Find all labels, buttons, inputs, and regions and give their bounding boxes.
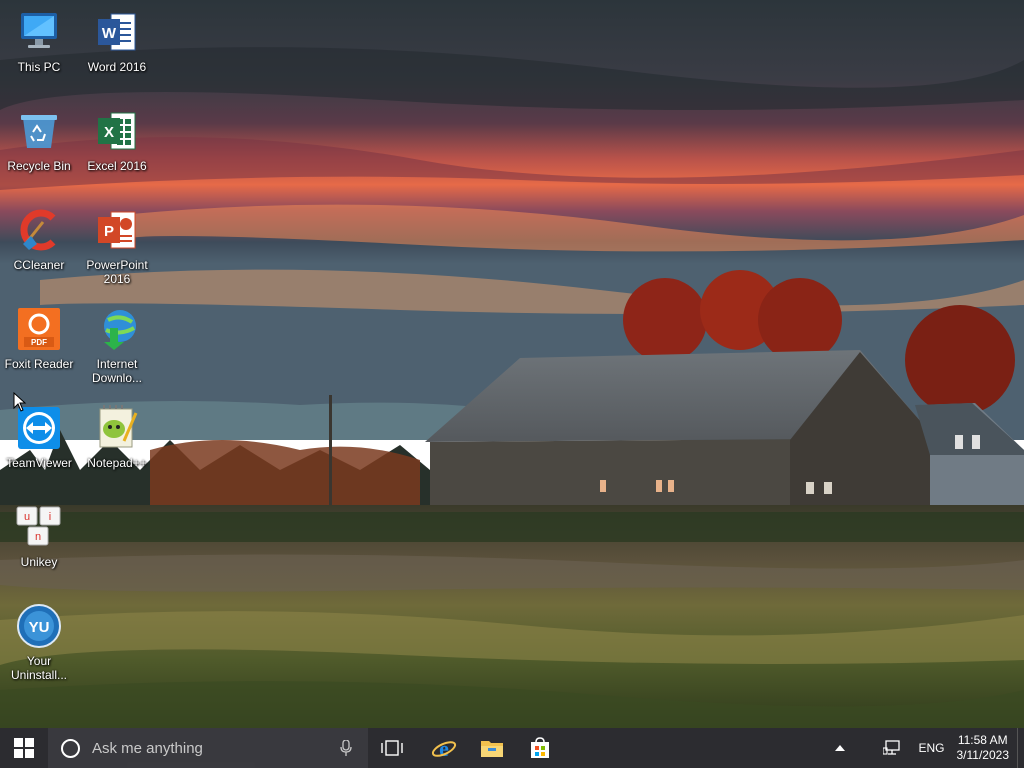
microphone-icon[interactable]: [340, 740, 352, 756]
svg-text:X: X: [104, 124, 114, 141]
desktop-icon-label: Notepad++: [87, 456, 147, 470]
desktop-icon-label: Internet Downlo...: [91, 357, 143, 385]
svg-text:P: P: [104, 223, 114, 240]
svg-text:e: e: [439, 736, 449, 761]
store-icon: [531, 737, 549, 758]
desktop-icon-foxit-reader[interactable]: PDF Foxit Reader: [0, 305, 78, 371]
foxit-reader-icon: PDF: [15, 305, 63, 353]
desktop-icon-your-uninstaller[interactable]: YU Your Uninstall...: [0, 602, 78, 682]
chevron-up-icon: [835, 745, 846, 751]
internet-explorer-button[interactable]: e: [420, 728, 468, 768]
file-explorer-button[interactable]: [468, 728, 516, 768]
desktop-icon-label: PowerPoint 2016: [86, 258, 148, 286]
input-language-button[interactable]: ENG: [912, 728, 950, 768]
desktop-icon-label: Unikey: [20, 555, 58, 569]
desktop-icon-internet-download-manager[interactable]: Internet Downlo...: [78, 305, 156, 385]
desktop-icon-word-2016[interactable]: W Word 2016: [78, 8, 156, 74]
unikey-icon: u i n: [15, 503, 63, 551]
internet-explorer-icon: e: [431, 736, 457, 761]
this-pc-icon: [15, 8, 63, 56]
desktop-icon-this-pc[interactable]: This PC: [0, 8, 78, 74]
svg-text:PDF: PDF: [31, 338, 47, 347]
desktop-icon-label: Foxit Reader: [4, 357, 74, 371]
desktop-icon-recycle-bin[interactable]: Recycle Bin: [0, 107, 78, 173]
desktop-icon-notepad-plus-plus[interactable]: Notepad++: [78, 404, 156, 470]
desktop-icon-label: Excel 2016: [87, 159, 147, 173]
network-icon: [883, 740, 901, 755]
mouse-cursor-icon: [13, 392, 27, 412]
desktop-icon-label: Your Uninstall...: [10, 654, 68, 682]
powerpoint-icon: P: [93, 206, 141, 254]
desktop-icon-powerpoint-2016[interactable]: P PowerPoint 2016: [78, 206, 156, 286]
system-tray: ENG 11:58 AM 3/11/2023: [824, 728, 1024, 768]
clock-time: 11:58 AM: [957, 733, 1008, 747]
network-button[interactable]: [872, 728, 912, 768]
word-icon: W: [93, 8, 141, 56]
clock-date: 3/11/2023: [956, 748, 1010, 762]
search-placeholder: Ask me anything: [92, 739, 203, 757]
desktop-icon-label: CCleaner: [13, 258, 65, 272]
file-explorer-icon: [481, 741, 503, 757]
task-view-button[interactable]: [368, 728, 416, 768]
notepad-plus-plus-icon: [93, 404, 141, 452]
desktop-icon-excel-2016[interactable]: X Excel 2016: [78, 107, 156, 173]
desktop-icon-teamviewer[interactable]: TeamViewer: [0, 404, 78, 470]
desktop-icon-ccleaner[interactable]: CCleaner: [0, 206, 78, 272]
svg-text:u: u: [24, 511, 30, 523]
desktop-icon-label: Recycle Bin: [7, 159, 71, 173]
windows-logo-icon: [14, 738, 34, 758]
internet-download-manager-icon: [93, 305, 141, 353]
desktop-icon-unikey[interactable]: u i n Unikey: [0, 503, 78, 569]
cortana-icon: [61, 738, 80, 758]
svg-text:i: i: [49, 511, 51, 523]
show-desktop-button[interactable]: [1017, 728, 1024, 768]
desktop[interactable]: This PC W Word 2016 Recycle Bin X Excel …: [0, 0, 1024, 728]
svg-text:YU: YU: [29, 619, 50, 636]
recycle-bin-icon: [15, 107, 63, 155]
desktop-icon-label: This PC: [17, 60, 61, 74]
svg-text:W: W: [102, 25, 117, 42]
task-view-icon: [381, 740, 403, 756]
ccleaner-icon: [15, 206, 63, 254]
cortana-search-box[interactable]: Ask me anything: [48, 728, 368, 768]
start-button[interactable]: [0, 728, 48, 768]
clock-button[interactable]: 11:58 AM 3/11/2023: [951, 733, 1018, 763]
show-hidden-icons-button[interactable]: [824, 728, 856, 768]
desktop-icon-label: Word 2016: [87, 60, 147, 74]
excel-icon: X: [93, 107, 141, 155]
desktop-icon-grid: This PC W Word 2016 Recycle Bin X Excel …: [0, 0, 1024, 728]
desktop-icon-label: TeamViewer: [6, 456, 72, 470]
store-button[interactable]: [516, 728, 564, 768]
taskbar: Ask me anything e ENG 11:58 AM 3/11/2023: [0, 728, 1024, 768]
your-uninstaller-icon: YU: [15, 602, 63, 650]
svg-text:n: n: [35, 531, 41, 543]
